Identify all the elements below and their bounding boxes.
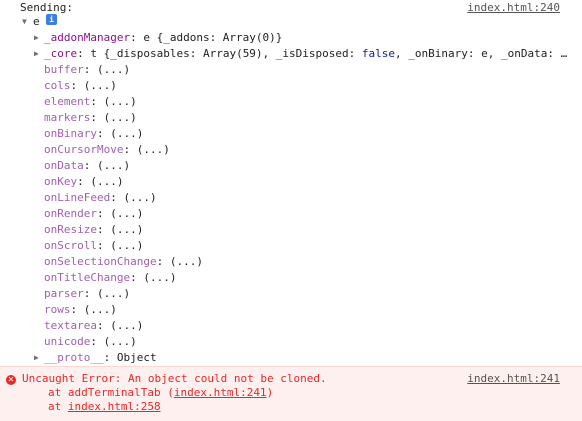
property-key: textarea (44, 319, 97, 332)
property-key: onLineFeed (44, 191, 111, 204)
property-row-element[interactable]: element: (...) (0, 94, 582, 110)
property-row-cols[interactable]: cols: (...) (0, 78, 582, 94)
stack-frame-prefix: at (48, 400, 68, 413)
property-value[interactable]: : (...) (97, 239, 143, 252)
error-message-text: Uncaught Error: An object could not be c… (22, 372, 327, 385)
property-row-textarea[interactable]: textarea: (...) (0, 318, 582, 334)
property-row-on-line-feed[interactable]: onLineFeed: (...) (0, 190, 582, 206)
info-icon[interactable]: i (46, 14, 57, 25)
property-value[interactable]: : (...) (71, 303, 117, 316)
property-value[interactable]: : (...) (97, 207, 143, 220)
property-key: buffer (44, 63, 84, 76)
property-key: cols (44, 79, 71, 92)
error-message-block: ✕ Uncaught Error: An object could not be… (0, 366, 582, 421)
property-value[interactable]: : (...) (90, 111, 136, 124)
property-value[interactable]: : (...) (84, 287, 130, 300)
property-row-on-resize[interactable]: onResize: (...) (0, 222, 582, 238)
object-root-name: e (33, 15, 40, 28)
property-value: : e {_addons: Array(0)} (130, 31, 283, 44)
property-value: : Object (103, 351, 157, 364)
property-row-unicode[interactable]: unicode: (...) (0, 334, 582, 350)
property-row-parser[interactable]: parser: (...) (0, 286, 582, 302)
property-value[interactable]: : (...) (90, 95, 136, 108)
property-value[interactable]: : (...) (84, 159, 130, 172)
property-row-core[interactable]: ▶ _core: t {_disposables: Array(59), _is… (0, 46, 582, 62)
property-row-proto[interactable]: ▶ __proto__: Object (0, 350, 582, 366)
property-key: _core (44, 47, 78, 60)
stack-frame-link[interactable]: index.html:258 (68, 400, 161, 413)
property-row-on-render[interactable]: onRender: (...) (0, 206, 582, 222)
property-key: element (44, 95, 91, 108)
property-value[interactable]: : (...) (97, 223, 143, 236)
error-source-link[interactable]: index.html:241 (467, 372, 560, 386)
property-row-on-selection-change[interactable]: onSelectionChange: (...) (0, 254, 582, 270)
property-value[interactable]: : (...) (130, 271, 176, 284)
property-value[interactable]: : (...) (84, 63, 130, 76)
property-value[interactable]: : (...) (90, 335, 136, 348)
property-key: onResize (44, 223, 97, 236)
property-key: unicode (44, 335, 91, 348)
property-value[interactable]: : (...) (77, 175, 123, 188)
expand-right-icon[interactable]: ▶ (34, 350, 44, 366)
expand-right-icon[interactable]: ▶ (34, 46, 44, 62)
property-key: onBinary (44, 127, 97, 140)
property-key: onData (44, 159, 84, 172)
stack-frame: at index.html:258 (0, 400, 582, 414)
property-row-rows[interactable]: rows: (...) (0, 302, 582, 318)
error-icon: ✕ (6, 375, 16, 385)
property-key: onKey (44, 175, 78, 188)
property-key: markers (44, 111, 91, 124)
property-value[interactable]: : (...) (123, 143, 169, 156)
property-value[interactable]: : (...) (110, 191, 156, 204)
property-key: onRender (44, 207, 97, 220)
property-row-on-scroll[interactable]: onScroll: (...) (0, 238, 582, 254)
property-value[interactable]: : (...) (97, 127, 143, 140)
property-key: onScroll (44, 239, 97, 252)
expand-down-icon[interactable]: ▼ (22, 14, 32, 30)
error-line: ✕ Uncaught Error: An object could not be… (0, 372, 582, 386)
property-key: parser (44, 287, 84, 300)
property-row-buffer[interactable]: buffer: (...) (0, 62, 582, 78)
stack-frame-prefix: at addTerminalTab ( (48, 386, 174, 399)
property-key: rows (44, 303, 71, 316)
property-row-markers[interactable]: markers: (...) (0, 110, 582, 126)
property-value[interactable]: : (...) (97, 319, 143, 332)
property-value-boolean: false (361, 47, 396, 60)
property-value: : t {_disposables: Array(59), _isDispose… (77, 47, 362, 60)
property-row-on-title-change[interactable]: onTitleChange: (...) (0, 270, 582, 286)
property-key: __proto__ (44, 351, 104, 364)
stack-frame-link[interactable]: index.html:241 (174, 386, 267, 399)
property-value[interactable]: : (...) (71, 79, 117, 92)
property-value[interactable]: : (...) (157, 255, 203, 268)
property-row-on-key[interactable]: onKey: (...) (0, 174, 582, 190)
object-root-row[interactable]: ▼ e i (0, 14, 582, 30)
property-row-on-cursor-move[interactable]: onCursorMove: (...) (0, 142, 582, 158)
property-value-suffix: , _onBinary: e, _onData: … (395, 47, 568, 60)
property-key: onSelectionChange (44, 255, 157, 268)
property-row-addon-manager[interactable]: ▶ _addonManager: e {_addons: Array(0)} (0, 30, 582, 46)
stack-frame-suffix: ) (266, 386, 274, 399)
property-row-on-binary[interactable]: onBinary: (...) (0, 126, 582, 142)
property-key: _addonManager (44, 31, 131, 44)
property-row-on-data[interactable]: onData: (...) (0, 158, 582, 174)
property-key: onCursorMove (44, 143, 124, 156)
property-key: onTitleChange (44, 271, 131, 284)
expand-right-icon[interactable]: ▶ (34, 30, 44, 46)
stack-frame: at addTerminalTab (index.html:241) (0, 386, 582, 400)
